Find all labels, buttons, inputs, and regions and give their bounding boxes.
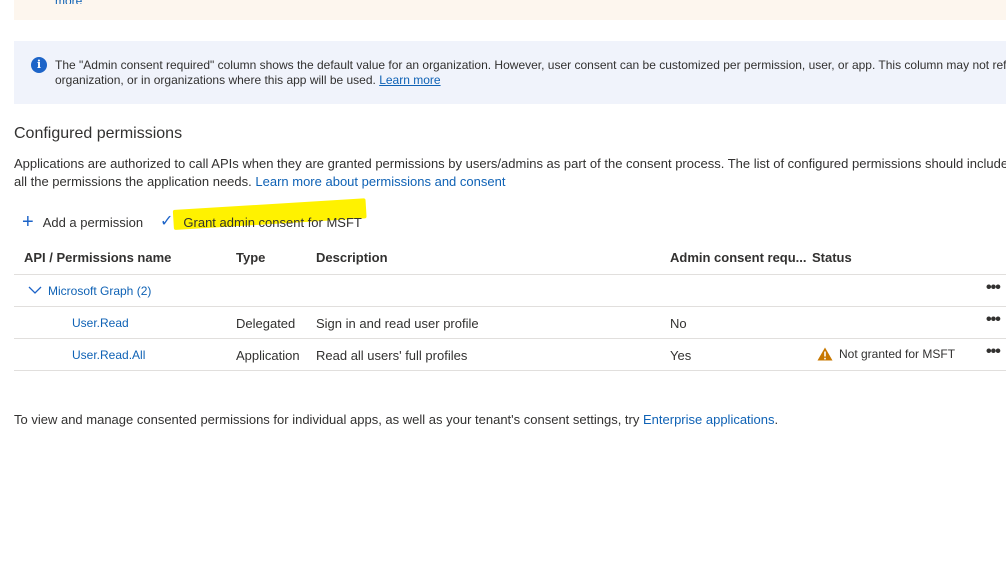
permissions-table: API / Permissions name Type Description …: [14, 242, 1006, 371]
checkmark-icon: ✓: [160, 213, 174, 230]
permissions-consent-link[interactable]: Learn more about permissions and consent: [255, 174, 505, 189]
api-permissions-page: more i The "Admin consent required" colu…: [0, 0, 1006, 586]
desc-line-1: Applications are authorized to call APIs…: [14, 156, 1006, 171]
enterprise-applications-link[interactable]: Enterprise applications: [643, 412, 775, 427]
desc-line-2-text: all the permissions the application need…: [14, 174, 252, 189]
footer-text: To view and manage consented permissions…: [14, 412, 778, 427]
permission-name-link[interactable]: User.Read: [72, 316, 129, 330]
info-line-2-text: organization, or in organizations where …: [55, 73, 376, 87]
chevron-down-icon[interactable]: [28, 285, 42, 295]
header-admin-consent[interactable]: Admin consent requ...: [670, 250, 807, 265]
header-permission-name[interactable]: API / Permissions name: [24, 250, 171, 265]
more-options-icon[interactable]: •••: [986, 280, 1001, 296]
warning-icon: [817, 347, 833, 361]
group-label[interactable]: Microsoft Graph (2): [48, 284, 151, 298]
info-line-2: organization, or in organizations where …: [55, 73, 1006, 88]
table-header: API / Permissions name Type Description …: [14, 242, 1006, 275]
table-row: User.Read.All Application Read all users…: [14, 339, 1006, 371]
add-permission-button[interactable]: + Add a permission: [22, 210, 143, 234]
warning-banner: more: [14, 0, 1006, 20]
permission-name-link[interactable]: User.Read.All: [72, 348, 145, 362]
permission-type: Application: [236, 348, 300, 363]
footer-suffix: .: [774, 412, 779, 427]
more-options-icon[interactable]: •••: [986, 312, 1001, 328]
section-title: Configured permissions: [14, 125, 183, 142]
info-banner-text: The "Admin consent required" column show…: [55, 58, 1006, 88]
plus-icon: +: [22, 211, 34, 233]
admin-consent-value: No: [670, 316, 687, 331]
info-icon: i: [31, 57, 47, 73]
section-description: Applications are authorized to call APIs…: [14, 155, 1006, 191]
footer-prefix: To view and manage consented permissions…: [14, 412, 640, 427]
more-options-icon[interactable]: •••: [986, 344, 1001, 360]
group-row-microsoft-graph[interactable]: Microsoft Graph (2) •••: [14, 275, 1006, 307]
learn-more-link[interactable]: Learn more: [379, 73, 440, 87]
permission-description: Sign in and read user profile: [316, 316, 479, 331]
permission-type: Delegated: [236, 316, 296, 331]
header-status[interactable]: Status: [812, 250, 852, 265]
grant-admin-consent-button[interactable]: ✓ Grant admin consent for MSFT: [160, 210, 362, 234]
admin-consent-value: Yes: [670, 348, 692, 363]
permission-description: Read all users' full profiles: [316, 348, 468, 363]
add-permission-label: Add a permission: [42, 214, 144, 230]
desc-line-2: all the permissions the application need…: [14, 173, 1006, 191]
info-banner: i The "Admin consent required" column sh…: [14, 41, 1006, 104]
grant-consent-label: Grant admin consent for MSFT: [183, 214, 362, 230]
status-text: Not granted for MSFT: [839, 347, 956, 361]
info-line-1: The "Admin consent required" column show…: [55, 58, 1006, 72]
table-row: User.Read Delegated Sign in and read use…: [14, 307, 1006, 339]
header-description[interactable]: Description: [316, 250, 388, 265]
banner-more-link[interactable]: more: [55, 0, 82, 4]
toolbar: + Add a permission ✓ Grant admin consent…: [14, 198, 414, 234]
header-type[interactable]: Type: [236, 250, 265, 265]
